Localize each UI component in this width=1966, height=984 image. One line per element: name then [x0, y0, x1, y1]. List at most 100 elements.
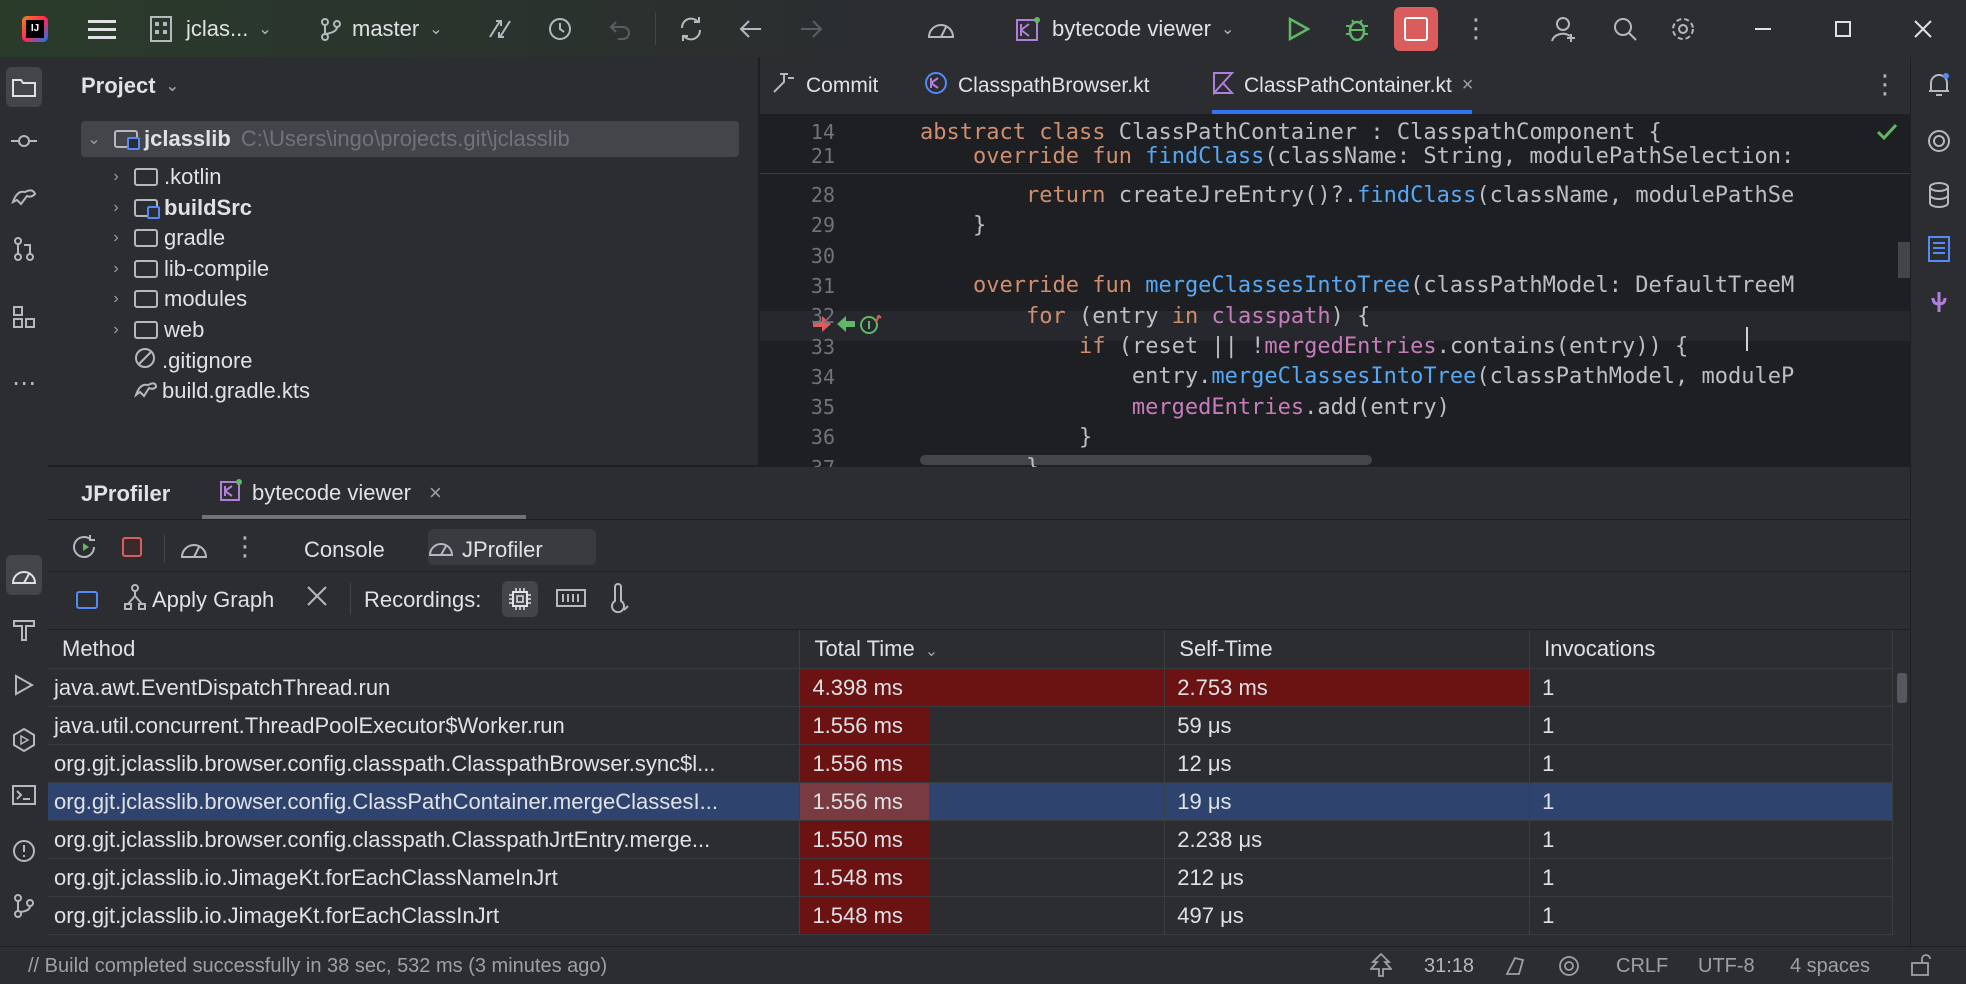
subtab-console[interactable]: Console [304, 537, 385, 563]
run-icon[interactable] [1284, 0, 1314, 57]
line-separator[interactable]: CRLF [1616, 955, 1668, 978]
apply-graph-button[interactable]: Apply Graph [124, 583, 274, 617]
view-icon[interactable] [76, 591, 98, 609]
update-project-icon[interactable] [485, 0, 515, 57]
git-tool-icon[interactable] [0, 886, 48, 926]
cpu-recording-icon[interactable] [502, 581, 538, 617]
services-tool-icon[interactable] [0, 720, 48, 760]
sync-icon[interactable] [676, 0, 706, 57]
column-header-method[interactable]: Method [48, 630, 801, 669]
code-line[interactable]: 32 for (entry in classpath) { [760, 301, 1898, 331]
project-tool-icon[interactable] [6, 67, 42, 107]
indent-setting[interactable]: 4 spaces [1790, 955, 1870, 978]
subtab-jprofiler[interactable]: JProfiler [428, 537, 543, 563]
app-logo-icon[interactable]: IJ [22, 0, 48, 57]
search-icon[interactable] [1610, 0, 1640, 57]
forward-icon[interactable] [796, 0, 826, 57]
problems-tool-icon[interactable] [0, 831, 48, 871]
code-line[interactable]: 36 } [760, 422, 1898, 452]
code-style-icon[interactable] [1504, 955, 1526, 983]
project-panel-header[interactable]: Project ⌄ [81, 73, 179, 99]
code-line[interactable]: 30 [760, 241, 1898, 271]
terminal-tool-icon[interactable] [0, 775, 48, 815]
code-line[interactable]: 29 } [760, 210, 1898, 240]
tree-item[interactable]: build.gradle.kts [84, 372, 310, 410]
add-user-icon[interactable] [1550, 0, 1580, 57]
table-row[interactable]: org.gjt.jclasslib.io.JimageKt.forEachCla… [48, 896, 1893, 935]
column-header-total-time[interactable]: Total Time ⌄ [799, 630, 1166, 669]
history-icon[interactable] [545, 0, 575, 57]
table-row[interactable]: java.awt.EventDispatchThread.run 4.398 ms… [48, 668, 1893, 707]
jprofiler-tool-icon[interactable] [6, 555, 42, 595]
profiler-icon[interactable] [924, 0, 958, 57]
branch-selector[interactable]: master ⌄ [320, 0, 443, 57]
profiler-settings-icon[interactable] [180, 537, 208, 565]
plugin-icon[interactable] [1911, 283, 1966, 323]
pull-requests-icon[interactable] [0, 229, 48, 269]
file-encoding[interactable]: UTF-8 [1698, 955, 1755, 978]
undo-icon[interactable] [605, 0, 635, 57]
run-config-selector[interactable]: bytecode viewer ⌄ [1016, 0, 1234, 57]
code-line[interactable]: 31 override fun mergeClassesIntoTree(cla… [760, 271, 1898, 301]
table-row[interactable]: org.gjt.jclasslib.browser.config.ClassPa… [48, 782, 1893, 821]
code-line[interactable]: 33 if (reset || !mergedEntries.contains(… [760, 332, 1898, 362]
table-row[interactable]: org.gjt.jclasslib.browser.config.classpa… [48, 820, 1893, 859]
table-row[interactable]: java.util.concurrent.ThreadPoolExecutor$… [48, 706, 1893, 745]
tree-root-jclasslib[interactable]: ⌄ jclasslib C:\Users\ingo\projects.git\j… [84, 120, 569, 158]
caret-position[interactable]: 31:18 [1424, 955, 1474, 978]
ai-assistant-icon[interactable] [1911, 121, 1966, 161]
commit-tool-icon[interactable] [0, 121, 48, 161]
gradle-tool-icon[interactable] [0, 175, 48, 215]
bytecode-viewer-icon[interactable] [1911, 229, 1966, 269]
debug-icon[interactable] [1342, 0, 1372, 57]
stop-process-icon[interactable] [122, 537, 142, 557]
line-number: 34 [810, 364, 835, 389]
ai-status-icon[interactable] [1558, 955, 1580, 983]
column-header-invocations[interactable]: Invocations [1529, 630, 1893, 669]
code-line[interactable]: 35 mergedEntries.add(entry) [760, 392, 1898, 422]
maximize-icon[interactable] [1828, 0, 1858, 57]
project-selector[interactable]: jclas... ⌄ [150, 0, 272, 57]
close-graph-icon[interactable] [306, 585, 328, 613]
status-message[interactable]: // Build completed successfully in 38 se… [28, 955, 607, 978]
lombok-icon[interactable] [1369, 952, 1393, 983]
more-tools-icon[interactable]: ⋯ [0, 363, 48, 403]
table-row[interactable]: org.gjt.jclasslib.io.JimageKt.forEachCla… [48, 858, 1893, 897]
more-actions-icon[interactable]: ⋮ [232, 531, 258, 562]
unlock-icon[interactable] [1910, 953, 1932, 983]
minimize-icon[interactable] [1748, 0, 1778, 57]
sticky-code-line[interactable]: 21 override fun findClass(className: Str… [760, 141, 1898, 171]
editor-tabs-menu-icon[interactable]: ⋮ [1872, 69, 1898, 100]
module-icon [150, 15, 172, 42]
ignore-file-icon [134, 347, 156, 375]
build-tool-icon[interactable] [0, 609, 48, 649]
main-menu-icon[interactable] [86, 0, 118, 57]
column-header-self-time[interactable]: Self-Time [1164, 630, 1531, 669]
tab-commit[interactable]: Commit [772, 57, 878, 114]
close-tab-icon[interactable]: × [1462, 74, 1474, 97]
code-line[interactable]: 34 entry.mergeClassesIntoTree(classPathM… [760, 362, 1898, 392]
run-tool-icon[interactable] [0, 665, 48, 705]
back-icon[interactable] [736, 0, 766, 57]
settings-gear-icon[interactable] [1668, 0, 1698, 57]
editor-scrollbar-thumb[interactable] [1898, 242, 1910, 278]
table-row[interactable]: org.gjt.jclasslib.browser.config.classpa… [48, 744, 1893, 783]
tab-classpathcontainer[interactable]: ClassPathContainer.kt × [1212, 57, 1473, 114]
memory-recording-icon[interactable] [556, 587, 586, 615]
close-window-icon[interactable] [1908, 0, 1938, 57]
tab-classpathbrowser[interactable]: ClasspathBrowser.kt [924, 57, 1149, 114]
tool-window-title: JProfiler [81, 481, 171, 506]
database-icon[interactable] [1911, 175, 1966, 215]
structure-tool-icon[interactable] [0, 297, 48, 337]
more-options-icon[interactable]: ⋮ [1463, 0, 1489, 57]
code-line[interactable]: 28 return createJreEntry()?.findClass(cl… [760, 180, 1898, 210]
tab-bytecode-viewer[interactable]: bytecode viewer × [220, 477, 442, 509]
rerun-icon[interactable] [72, 535, 98, 565]
thermometer-icon[interactable] [608, 583, 630, 619]
chevron-right-icon: › [113, 259, 119, 277]
code-text: return createJreEntry()?.findClass(class… [1025, 182, 1795, 208]
stop-button[interactable] [1394, 0, 1438, 57]
notifications-icon[interactable] [1911, 65, 1966, 105]
close-tab-icon[interactable]: × [429, 480, 442, 506]
table-scrollbar-thumb[interactable] [1897, 673, 1907, 703]
